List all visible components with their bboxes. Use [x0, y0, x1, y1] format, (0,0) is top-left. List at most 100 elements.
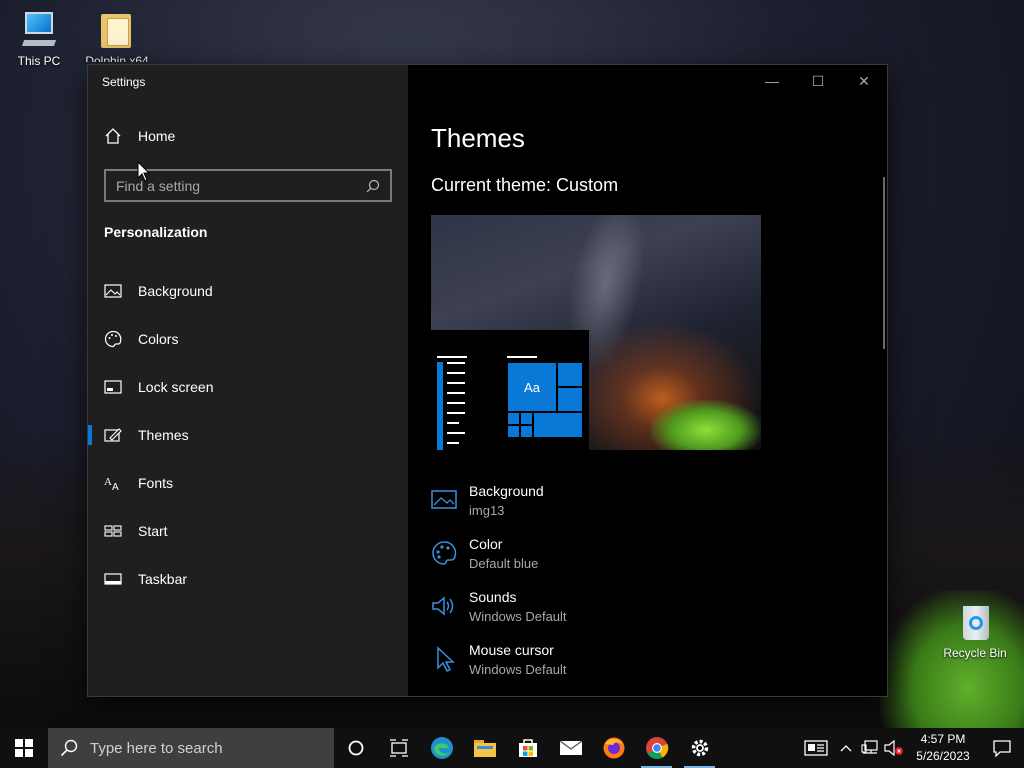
clock-date: 5/26/2023 — [916, 749, 970, 763]
recycle-bin-icon — [955, 602, 995, 642]
theme-item-label: Background — [469, 483, 544, 499]
theme-item-value: img13 — [469, 503, 505, 518]
settings-icon — [691, 739, 708, 757]
palette-icon — [104, 330, 122, 348]
theme-item-mouse-cursor[interactable]: Mouse cursor Windows Default — [431, 642, 567, 695]
maximize-button[interactable]: ☐ — [795, 65, 841, 97]
network-button[interactable] — [858, 728, 882, 768]
task-view-button[interactable] — [377, 728, 420, 768]
desktop-icon-this-pc[interactable]: This PC — [4, 10, 74, 68]
svg-text:A: A — [112, 482, 119, 492]
nav-label: Colors — [138, 331, 179, 347]
network-icon — [861, 740, 878, 754]
notification-icon — [993, 740, 1011, 757]
minimize-button[interactable]: — — [749, 65, 795, 97]
theme-item-label: Color — [469, 536, 503, 552]
news-button[interactable] — [798, 728, 834, 768]
nav-item-lock-screen[interactable]: Lock screen — [88, 363, 408, 411]
cortana-button[interactable] — [334, 728, 377, 768]
fonts-icon: AA — [104, 476, 119, 492]
clock[interactable]: 4:57 PM 5/26/2023 — [906, 731, 980, 765]
firefox-button[interactable] — [592, 728, 635, 768]
theme-item-value: Windows Default — [469, 609, 567, 624]
search-icon — [60, 739, 78, 757]
preview-start-panel: Aa — [431, 330, 589, 450]
start-icon — [104, 525, 122, 537]
nav-label: Lock screen — [138, 379, 214, 395]
image-icon — [431, 490, 457, 509]
settings-sidebar: Settings Home Personalization Background… — [88, 65, 408, 696]
mail-button[interactable] — [549, 728, 592, 768]
nav-label: Background — [138, 283, 213, 299]
edge-button[interactable] — [420, 728, 463, 768]
taskbar-search-box[interactable] — [48, 728, 334, 768]
preview-tent — [651, 400, 761, 450]
lock-screen-icon — [104, 380, 122, 394]
speaker-icon — [432, 596, 454, 616]
folder-icon — [97, 10, 137, 50]
desktop-icon-label: Dolphin x64 — [85, 54, 149, 62]
chrome-icon — [645, 737, 668, 759]
theme-item-sounds[interactable]: Sounds Windows Default — [431, 589, 567, 642]
store-button[interactable] — [506, 728, 549, 768]
volume-muted-icon — [884, 740, 903, 756]
content-scrollbar[interactable] — [883, 177, 885, 349]
preview-tile-text: Aa — [507, 362, 557, 412]
nav-label: Themes — [138, 427, 189, 443]
file-explorer-icon — [473, 740, 496, 757]
nav-item-start[interactable]: Start — [88, 507, 408, 555]
notifications-button[interactable] — [980, 728, 1024, 768]
home-link[interactable]: Home — [104, 127, 175, 145]
theme-preview: Aa — [431, 215, 761, 450]
theme-item-value: Windows Default — [469, 662, 567, 677]
themes-icon — [104, 428, 122, 442]
chevron-up-icon — [840, 745, 852, 752]
theme-item-label: Sounds — [469, 589, 517, 605]
nav-item-colors[interactable]: Colors — [88, 315, 408, 363]
theme-components-list: Background img13 Color Default blue Soun… — [431, 483, 567, 695]
nav-label: Taskbar — [138, 571, 188, 587]
themes-page: — ☐ ✕ Themes Current theme: Custom Aa Ba… — [408, 65, 887, 696]
svg-text:A: A — [104, 476, 112, 488]
nav-item-taskbar[interactable]: Taskbar — [88, 555, 408, 603]
volume-button[interactable] — [882, 728, 906, 768]
desktop-icon-label: Recycle Bin — [943, 646, 1007, 660]
mouse-pointer-icon — [137, 161, 151, 182]
start-button[interactable] — [0, 728, 48, 768]
computer-icon — [19, 10, 59, 50]
nav-label: Fonts — [138, 475, 174, 491]
news-icon — [804, 740, 828, 756]
nav-label: Start — [138, 523, 168, 539]
firefox-icon — [603, 737, 624, 759]
nav-item-themes[interactable]: Themes — [88, 411, 408, 459]
theme-item-color[interactable]: Color Default blue — [431, 536, 567, 589]
current-theme-heading: Current theme: Custom — [431, 175, 619, 195]
windows-logo-icon — [15, 739, 33, 757]
mail-icon — [559, 740, 582, 755]
cursor-icon — [437, 646, 455, 672]
chrome-button[interactable] — [635, 728, 678, 768]
taskbar: 4:57 PM 5/26/2023 — [0, 728, 1024, 768]
theme-item-value: Default blue — [469, 556, 539, 571]
desktop-icon-dolphin[interactable]: Dolphin x64 — [82, 10, 152, 62]
nav-item-background[interactable]: Background — [88, 267, 408, 315]
desktop-icon-label: This PC — [17, 54, 61, 68]
settings-search-input[interactable] — [116, 177, 356, 194]
search-icon[interactable] — [366, 179, 380, 193]
home-label: Home — [138, 128, 176, 144]
close-button[interactable]: ✕ — [841, 65, 887, 97]
show-hidden-icons-button[interactable] — [834, 728, 858, 768]
home-icon — [105, 128, 121, 144]
file-explorer-button[interactable] — [463, 728, 506, 768]
image-icon — [104, 284, 122, 298]
window-caption-buttons: — ☐ ✕ — [749, 65, 887, 97]
clock-time: 4:57 PM — [920, 732, 966, 746]
desktop-icon-recycle-bin[interactable]: Recycle Bin — [940, 602, 1010, 660]
theme-item-background[interactable]: Background img13 — [431, 483, 567, 536]
task-view-icon — [389, 739, 408, 757]
settings-button[interactable] — [678, 728, 721, 768]
theme-item-label: Mouse cursor — [469, 642, 554, 658]
taskbar-icon — [104, 573, 122, 585]
taskbar-search-input[interactable] — [90, 739, 320, 757]
nav-item-fonts[interactable]: AA Fonts — [88, 459, 408, 507]
